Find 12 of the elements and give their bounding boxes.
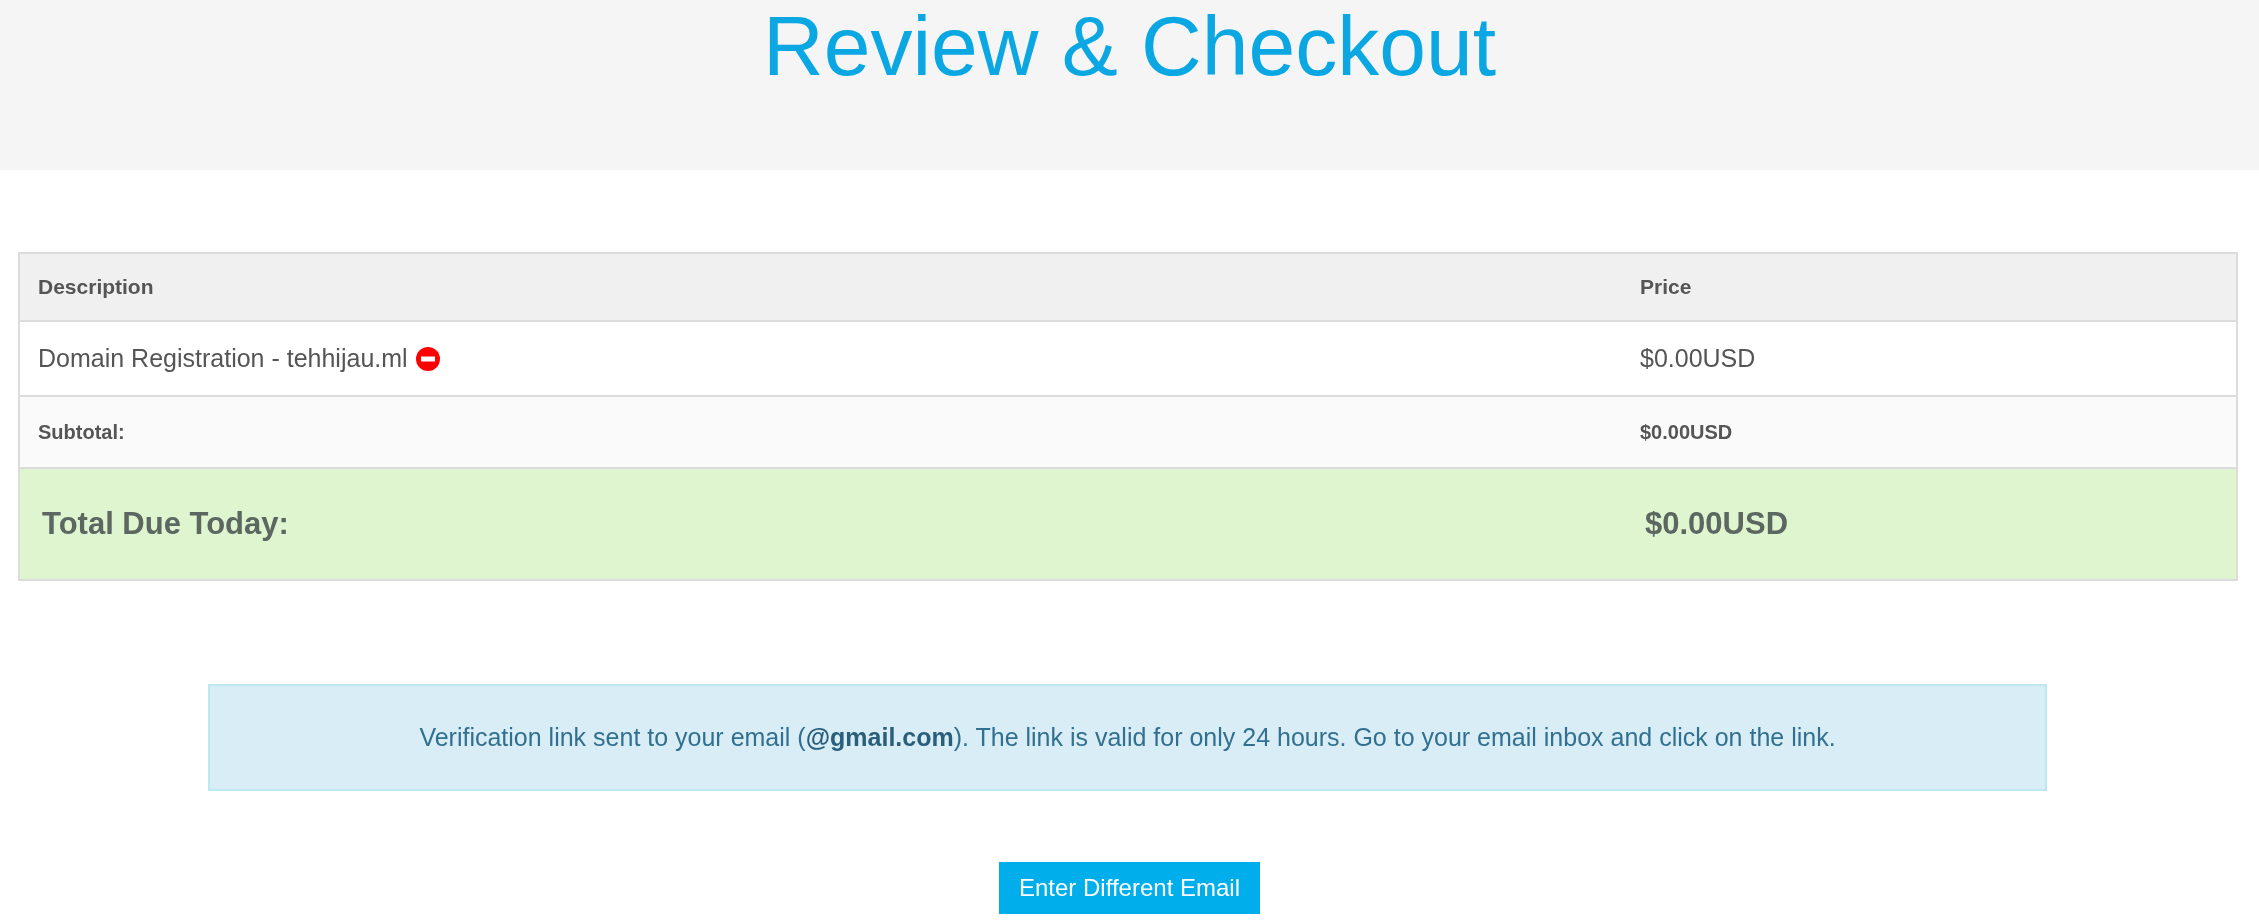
table-cell: Subtotal: (38, 420, 125, 444)
table-cell: $0.00USD (1640, 420, 1733, 444)
table-cell: $0.00USD (1645, 506, 1789, 542)
enter-different-email-button[interactable]: Enter Different Email (999, 862, 1260, 914)
remove-icon[interactable] (415, 346, 440, 371)
page-title: Review & Checkout (763, 0, 1496, 92)
table-cell: Total Due Today: (42, 506, 289, 542)
notice-text: Verification link sent to your email (@gmail.com). The link is valid for only 24 hours. Go to your email inbox and click on the link. (419, 723, 1836, 752)
column-header: Price (1640, 275, 1692, 299)
column-header: Description (38, 275, 154, 299)
table-cell: Domain Registration - tehhijau.ml (38, 344, 408, 373)
table-cell: $0.00USD (1640, 344, 1756, 373)
